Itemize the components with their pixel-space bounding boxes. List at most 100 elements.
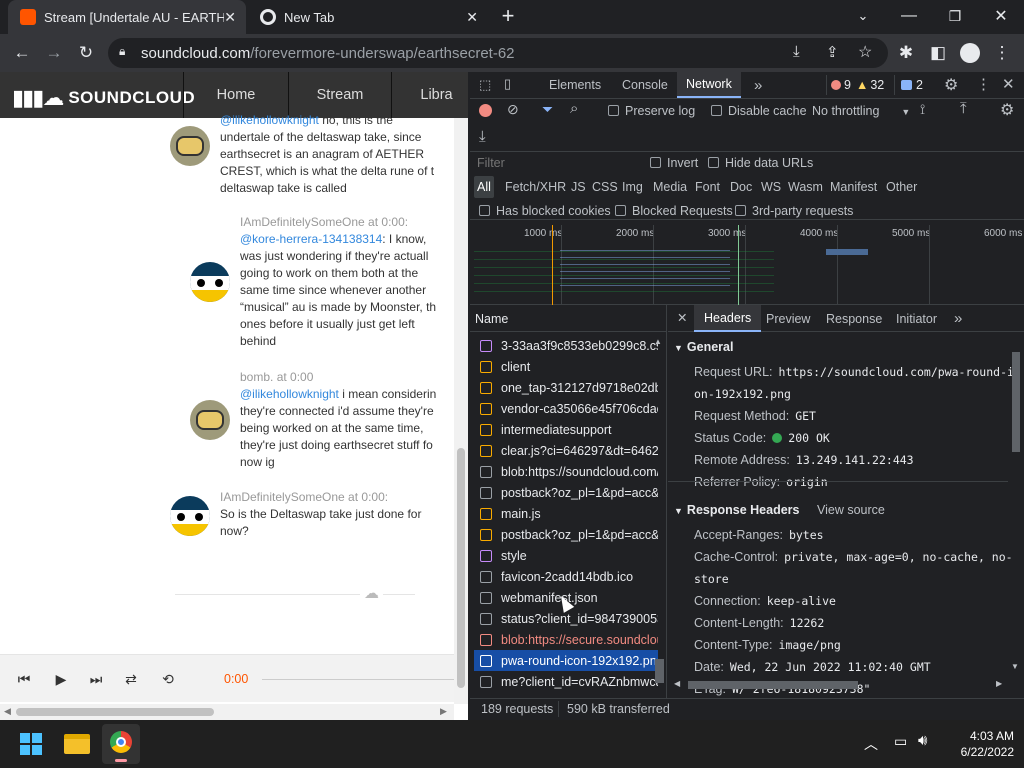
request-row[interactable]: postback?oz_pl=1&pd=acc& bbox=[474, 524, 658, 545]
record-icon[interactable] bbox=[479, 104, 492, 117]
type-js[interactable]: JS bbox=[568, 176, 589, 198]
side-panel-icon[interactable]: ◧ bbox=[925, 40, 951, 66]
details-hscrollbar[interactable]: ◀ ▶ bbox=[674, 679, 1004, 691]
repeat-icon[interactable]: ⟲ bbox=[158, 669, 178, 689]
request-row[interactable]: intermediatesupport bbox=[474, 419, 658, 440]
progress-track[interactable] bbox=[262, 679, 454, 680]
close-devtools-icon[interactable]: ✕ bbox=[1002, 75, 1015, 93]
tab-network[interactable]: Network bbox=[677, 72, 741, 98]
new-tab-button[interactable]: + bbox=[486, 0, 530, 32]
request-row[interactable]: main.js bbox=[474, 503, 658, 524]
request-row[interactable]: client bbox=[474, 356, 658, 377]
network-monitor-icon[interactable]: ▭ bbox=[894, 733, 907, 750]
type-wasm[interactable]: Wasm bbox=[785, 176, 826, 198]
shuffle-icon[interactable]: ⇄ bbox=[121, 669, 141, 689]
devtools-menu-icon[interactable]: ⋮ bbox=[976, 75, 991, 93]
reload-icon[interactable]: ↻ bbox=[73, 40, 99, 66]
details-vscrollbar[interactable]: ▼ bbox=[1010, 332, 1022, 672]
install-icon[interactable]: ⤓ bbox=[793, 43, 800, 60]
request-row[interactable]: vendor-ca35066e45f706cdae. bbox=[474, 398, 658, 419]
tab-response[interactable]: Response bbox=[817, 305, 891, 332]
horizontal-scrollbar[interactable]: ◀ ▶ bbox=[0, 704, 454, 720]
close-tab-icon[interactable]: ✕ bbox=[224, 9, 236, 26]
settings-gear-icon[interactable]: ⚙︎ bbox=[944, 75, 958, 95]
forward-icon[interactable]: → bbox=[41, 40, 67, 66]
avatar[interactable] bbox=[170, 496, 210, 536]
upload-har-icon[interactable]: ⤒ bbox=[960, 100, 967, 117]
request-row[interactable]: one_tap-312127d9718e02dbc bbox=[474, 377, 658, 398]
hide-data-urls-checkbox[interactable]: Hide data URLs bbox=[708, 156, 813, 170]
preserve-log-checkbox[interactable]: Preserve log bbox=[608, 104, 695, 118]
inspect-element-icon[interactable]: ⬚ bbox=[479, 77, 491, 93]
throttling-select[interactable]: No throttling ▼ bbox=[812, 104, 910, 118]
requests-scrollbar[interactable]: ▲ bbox=[654, 337, 665, 683]
close-details-icon[interactable]: ✕ bbox=[677, 310, 687, 325]
blocked-requests-checkbox[interactable]: Blocked Requests bbox=[615, 204, 733, 218]
timeline-overview[interactable]: 1000 ms 2000 ms 3000 ms 4000 ms 5000 ms … bbox=[470, 225, 1024, 305]
third-party-checkbox[interactable]: 3rd-party requests bbox=[735, 204, 853, 218]
request-row[interactable]: favicon-2cadd14bdb.ico bbox=[474, 566, 658, 587]
type-manifest[interactable]: Manifest bbox=[827, 176, 880, 198]
type-all[interactable]: All bbox=[474, 176, 494, 198]
tab-new-tab[interactable]: New Tab ✕ bbox=[248, 0, 488, 34]
request-row[interactable]: me?client_id=cvRAZnbmwcaa bbox=[474, 671, 658, 692]
more-tabs-icon[interactable]: » bbox=[745, 72, 771, 98]
name-column-header[interactable]: Name bbox=[470, 305, 667, 332]
type-media[interactable]: Media bbox=[650, 176, 690, 198]
tab-headers[interactable]: Headers bbox=[694, 305, 762, 332]
type-other[interactable]: Other bbox=[883, 176, 920, 198]
blocked-cookies-checkbox[interactable]: Has blocked cookies bbox=[479, 204, 611, 218]
previous-icon[interactable]: ⏮︎ bbox=[14, 669, 34, 689]
menu-kebab-icon[interactable]: ⋮ bbox=[989, 40, 1015, 66]
tab-preview[interactable]: Preview bbox=[757, 305, 819, 332]
request-row[interactable]: pwa-round-icon-192x192.png bbox=[474, 650, 658, 671]
type-ws[interactable]: WS bbox=[758, 176, 784, 198]
close-tab-icon[interactable]: ✕ bbox=[466, 9, 478, 26]
share-icon[interactable]: ⇪ bbox=[826, 43, 839, 61]
close-window-icon[interactable]: ✕ bbox=[978, 0, 1024, 32]
general-section-header[interactable]: ▼ General bbox=[674, 340, 733, 354]
type-fetch-xhr[interactable]: Fetch/XHR bbox=[502, 176, 569, 198]
type-doc[interactable]: Doc bbox=[727, 176, 755, 198]
soundcloud-logo[interactable]: ▮▮▮☁︎ SOUNDCLOUD bbox=[12, 85, 195, 111]
mention-link[interactable]: @kore-herrera-134138314 bbox=[240, 232, 382, 246]
clock[interactable]: 4:03 AM 6/22/2022 bbox=[944, 728, 1014, 760]
request-row[interactable]: postback?oz_pl=1&pd=acc& bbox=[474, 482, 658, 503]
bookmark-star-icon[interactable]: ☆ bbox=[858, 42, 872, 62]
profile-avatar-icon[interactable] bbox=[957, 40, 983, 66]
tab-initiator[interactable]: Initiator bbox=[887, 305, 946, 332]
filter-input[interactable] bbox=[472, 154, 636, 172]
back-icon[interactable]: ← bbox=[9, 40, 35, 66]
next-icon[interactable]: ⏭︎ bbox=[86, 669, 106, 689]
tab-search-icon[interactable]: ⌄ bbox=[840, 0, 886, 32]
mention-link[interactable]: @ilikehollowknight bbox=[240, 387, 339, 401]
download-har-icon[interactable]: ⤓ bbox=[479, 128, 486, 145]
avatar[interactable] bbox=[190, 262, 230, 302]
volume-icon[interactable]: 🔊︎ bbox=[918, 732, 927, 749]
request-row[interactable]: blob:https://soundcloud.com/ bbox=[474, 461, 658, 482]
tab-elements[interactable]: Elements bbox=[540, 72, 610, 98]
file-explorer-icon[interactable] bbox=[64, 734, 90, 754]
network-settings-icon[interactable]: ⚙︎ bbox=[1000, 100, 1014, 120]
comment-user[interactable]: IAmDefinitelySomeOne bbox=[240, 215, 365, 229]
start-windows-icon[interactable] bbox=[20, 733, 42, 755]
request-row[interactable]: blob:https://secure.soundclou bbox=[474, 629, 658, 650]
issues-counter[interactable]: 9 ▲ 32 bbox=[826, 75, 884, 95]
play-icon[interactable]: ▶︎ bbox=[51, 669, 71, 689]
request-row[interactable]: style bbox=[474, 545, 658, 566]
extensions-icon[interactable]: ✱ bbox=[893, 40, 919, 66]
comment-time[interactable]: 0:00 bbox=[290, 370, 313, 384]
tab-console[interactable]: Console bbox=[613, 72, 677, 98]
vertical-scrollbar[interactable] bbox=[454, 118, 468, 704]
search-icon[interactable]: ⌕ bbox=[570, 100, 578, 117]
request-row[interactable]: clear.js?ci=646297&dt=64629 bbox=[474, 440, 658, 461]
response-headers-header[interactable]: ▼ Response Headers bbox=[674, 503, 799, 517]
chevron-up-icon[interactable]: ︿ bbox=[864, 734, 878, 754]
filter-icon[interactable]: ⏷ bbox=[542, 101, 553, 118]
device-toolbar-icon[interactable]: ▯ bbox=[504, 76, 511, 92]
comment-user[interactable]: IAmDefinitelySomeOne bbox=[220, 490, 345, 504]
messages-counter[interactable]: 2 bbox=[894, 75, 923, 95]
chrome-taskbar-icon[interactable] bbox=[102, 724, 140, 764]
comment-user[interactable]: bomb. bbox=[240, 370, 273, 384]
comment-time[interactable]: 0:00 bbox=[361, 490, 384, 504]
